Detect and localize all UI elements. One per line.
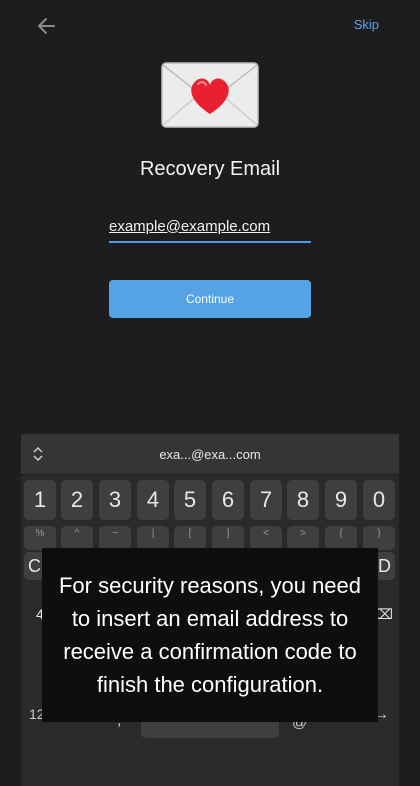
key-9[interactable]: 9 (325, 480, 357, 520)
key-pipe[interactable]: | (137, 526, 169, 550)
key-4[interactable]: 4 (137, 480, 169, 520)
key-left-bracket[interactable]: [ (174, 526, 206, 550)
back-button[interactable] (34, 13, 60, 39)
continue-button[interactable]: Continue (109, 280, 311, 318)
key-0[interactable]: 0 (363, 480, 395, 520)
key-right-brace[interactable]: } (363, 526, 395, 550)
recovery-email-field[interactable] (109, 211, 311, 243)
key-partial-left-row3[interactable]: 4 (24, 594, 44, 634)
key-caret[interactable]: ^ (61, 526, 93, 550)
skip-button[interactable]: Skip (354, 17, 379, 32)
top-bar: Skip (0, 0, 420, 50)
key-percent[interactable]: % (24, 526, 56, 550)
key-less-than[interactable]: < (250, 526, 282, 550)
key-7[interactable]: 7 (250, 480, 282, 520)
key-3[interactable]: 3 (99, 480, 131, 520)
arrow-left-icon (38, 18, 55, 34)
page-title: Recovery Email (139, 158, 281, 180)
key-1[interactable]: 1 (24, 480, 56, 520)
security-info-tooltip: For security reasons, you need to insert… (42, 548, 378, 722)
keyboard-suggestion-bar: exa...@exa...com (21, 434, 399, 475)
key-tilde[interactable]: ~ (99, 526, 131, 550)
key-greater-than[interactable]: > (287, 526, 319, 550)
key-6[interactable]: 6 (212, 480, 244, 520)
key-8[interactable]: 8 (287, 480, 319, 520)
key-2[interactable]: 2 (61, 480, 93, 520)
key-5[interactable]: 5 (174, 480, 206, 520)
key-right-bracket[interactable]: ] (212, 526, 244, 550)
keyboard-suggestion[interactable]: exa...@exa...com (21, 447, 399, 462)
envelope-heart-icon (161, 62, 259, 128)
key-left-brace[interactable]: { (325, 526, 357, 550)
